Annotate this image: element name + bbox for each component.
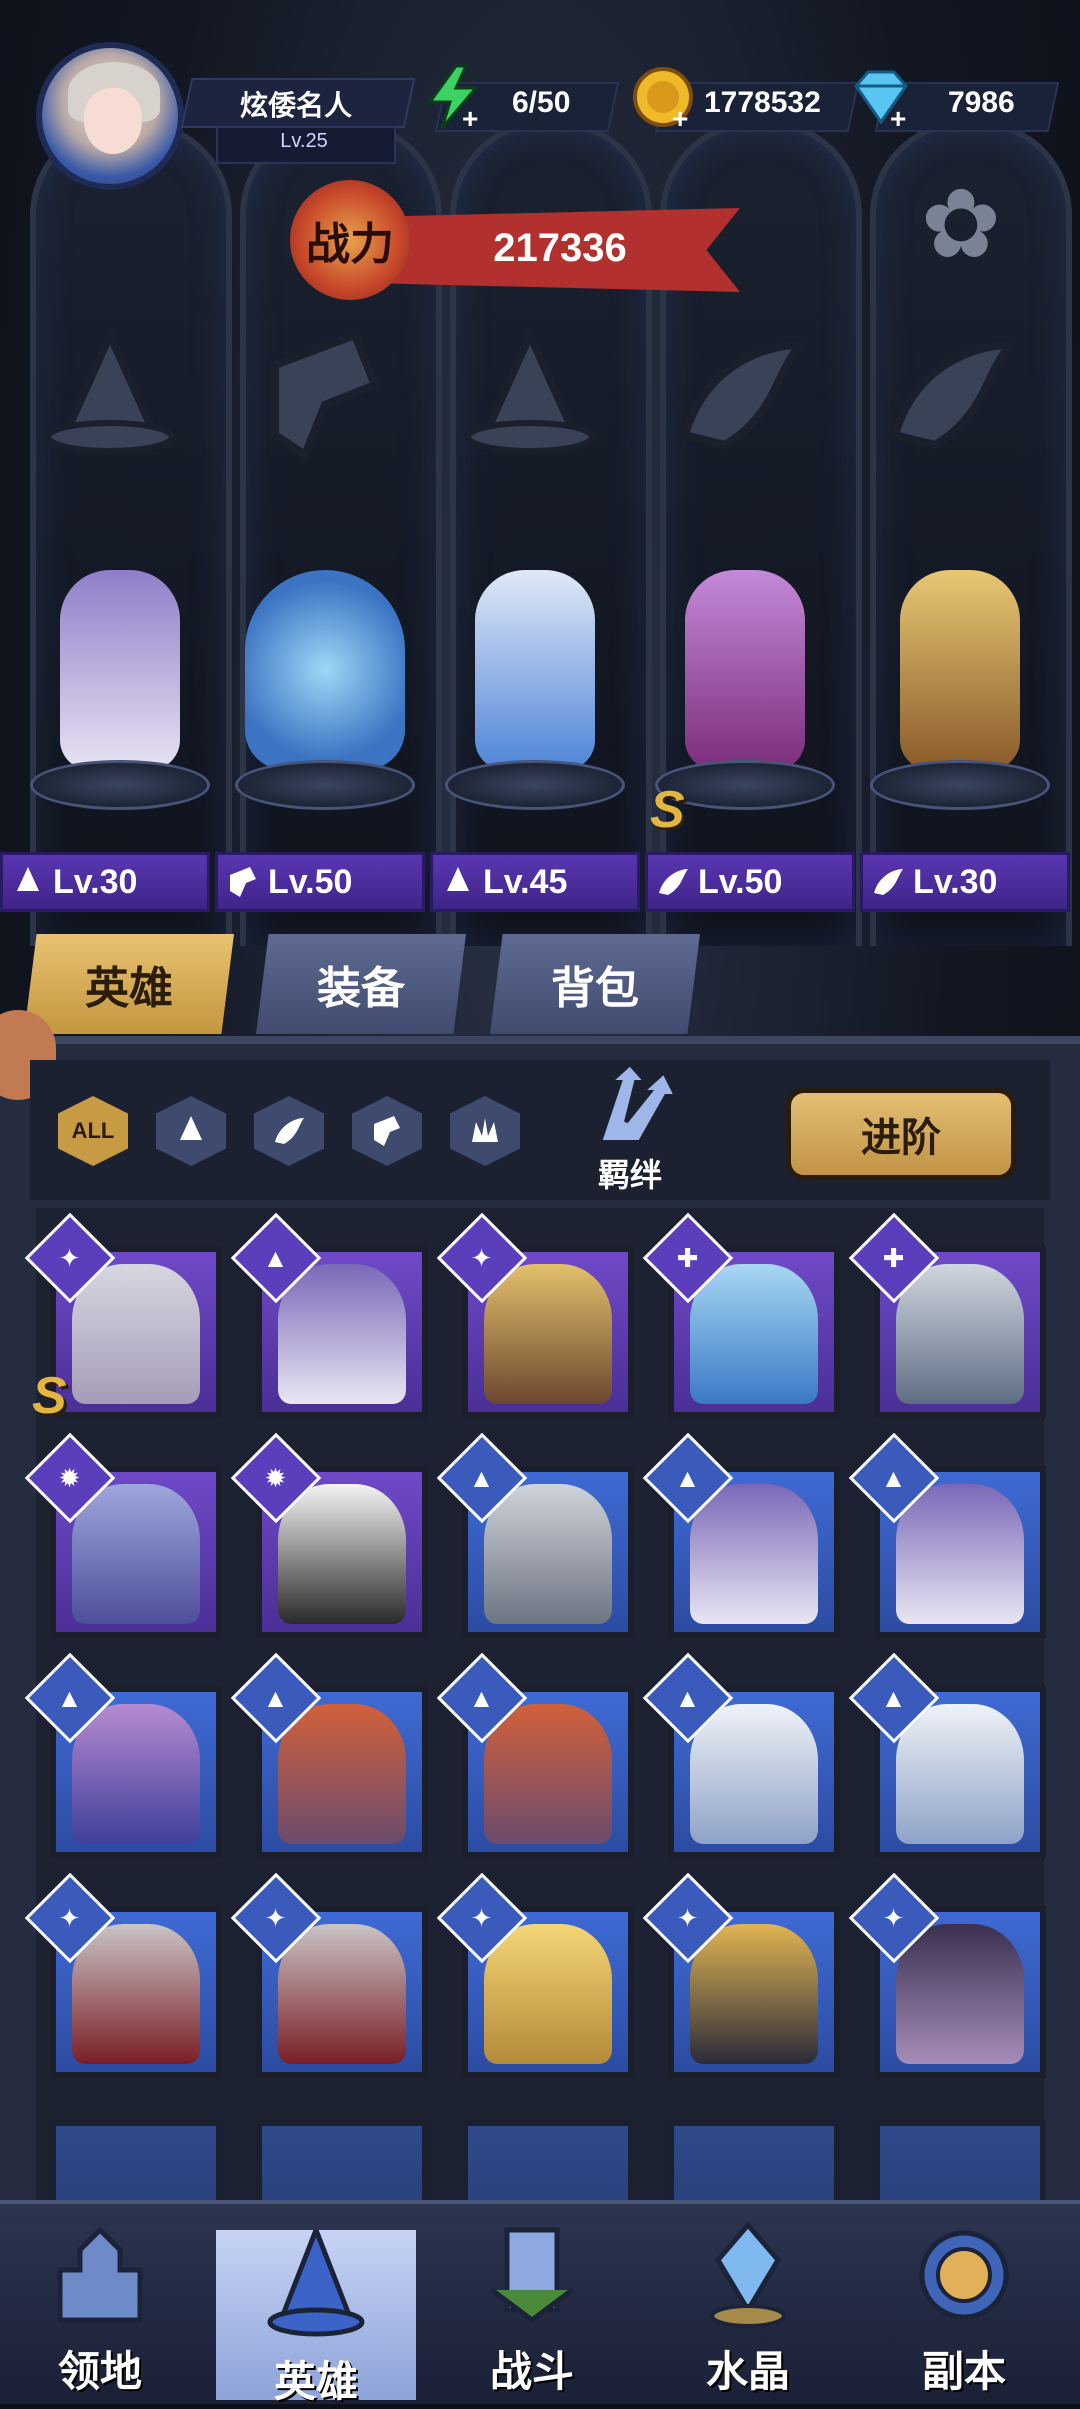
crystal-icon [710, 2221, 786, 2328]
nav-label: 领地 [57, 2348, 142, 2395]
lineup-level-tag: Lv.50 [645, 852, 855, 912]
gold-value: 1778532 [704, 86, 821, 119]
energy-plus-icon[interactable]: + [418, 62, 488, 132]
nav-label: 战斗 [489, 2348, 574, 2395]
player-name: 炫倭名人 [239, 90, 352, 121]
advance-button[interactable]: 进阶 [786, 1088, 1016, 1180]
s-rank-badge: S [32, 1367, 67, 1425]
lineup-level-tag: Lv.45 [430, 852, 640, 912]
castle-icon [57, 2226, 143, 2323]
player-avatar[interactable] [36, 42, 184, 190]
player-level: Lv.25 [280, 130, 328, 152]
nav-territory[interactable]: 领地 [0, 2220, 200, 2400]
battle-banner-icon [490, 2227, 574, 2324]
mage-hat-emblem-icon [30, 320, 190, 480]
portal-icon [919, 2230, 1009, 2320]
wrench-emblem-icon [240, 320, 400, 480]
wing-emblem-icon [870, 320, 1030, 480]
tab-heroes[interactable]: 英雄 [24, 934, 234, 1034]
lineup-hero-2[interactable] [225, 560, 425, 840]
lineup-hero-5[interactable] [860, 560, 1060, 840]
svg-text:+: + [672, 103, 688, 132]
bond-button[interactable]: 羁绊 [570, 1061, 690, 1193]
lineup-level: Lv.50 [268, 862, 353, 901]
gem-plus-icon[interactable]: + [846, 62, 916, 132]
power-label: 战力 [290, 180, 410, 300]
mage-hat-icon [433, 855, 483, 909]
lineup-level-tag: Lv.30 [0, 852, 210, 912]
wrench-icon [218, 855, 268, 909]
lineup-level: Lv.30 [913, 862, 998, 901]
svg-text:+: + [890, 103, 906, 132]
lineup-level: Lv.45 [483, 862, 568, 901]
s-rank-badge: S [650, 781, 685, 839]
flower-ornament-icon: ✿ [920, 171, 1002, 278]
bond-label: 羁绊 [597, 1157, 662, 1193]
gem-value: 7986 [948, 86, 1015, 119]
nav-battle[interactable]: 战斗 [432, 2220, 632, 2400]
mage-hat-emblem-icon [450, 320, 610, 480]
gold-plus-icon[interactable]: + [628, 62, 698, 132]
nav-crystal[interactable]: 水晶 [648, 2220, 848, 2400]
nav-dungeon[interactable]: 副本 [864, 2220, 1064, 2400]
lineup-level-tag: Lv.30 [860, 852, 1070, 912]
energy-value: 6/50 [512, 86, 571, 119]
nav-label: 副本 [921, 2348, 1006, 2395]
wing-emblem-icon [660, 320, 820, 480]
bond-arrows-icon [597, 1061, 680, 1144]
lineup-level-tag: Lv.50 [215, 852, 425, 912]
mage-hat-icon [3, 855, 53, 909]
nav-heroes[interactable]: 英雄 [216, 2230, 416, 2405]
svg-text:+: + [462, 103, 478, 132]
wing-icon [648, 855, 698, 909]
lineup-level: Lv.50 [698, 862, 783, 901]
nav-label: 水晶 [705, 2348, 790, 2395]
lineup-hero-3[interactable] [435, 560, 635, 840]
tab-backpack[interactable]: 背包 [490, 934, 700, 1034]
wizard-hat-icon [267, 2230, 365, 2337]
power-value: 217336 [493, 226, 627, 270]
wing-icon [863, 855, 913, 909]
lineup-hero-1[interactable] [20, 560, 220, 840]
lineup-level: Lv.30 [53, 862, 138, 901]
tab-equipment[interactable]: 装备 [256, 934, 466, 1034]
